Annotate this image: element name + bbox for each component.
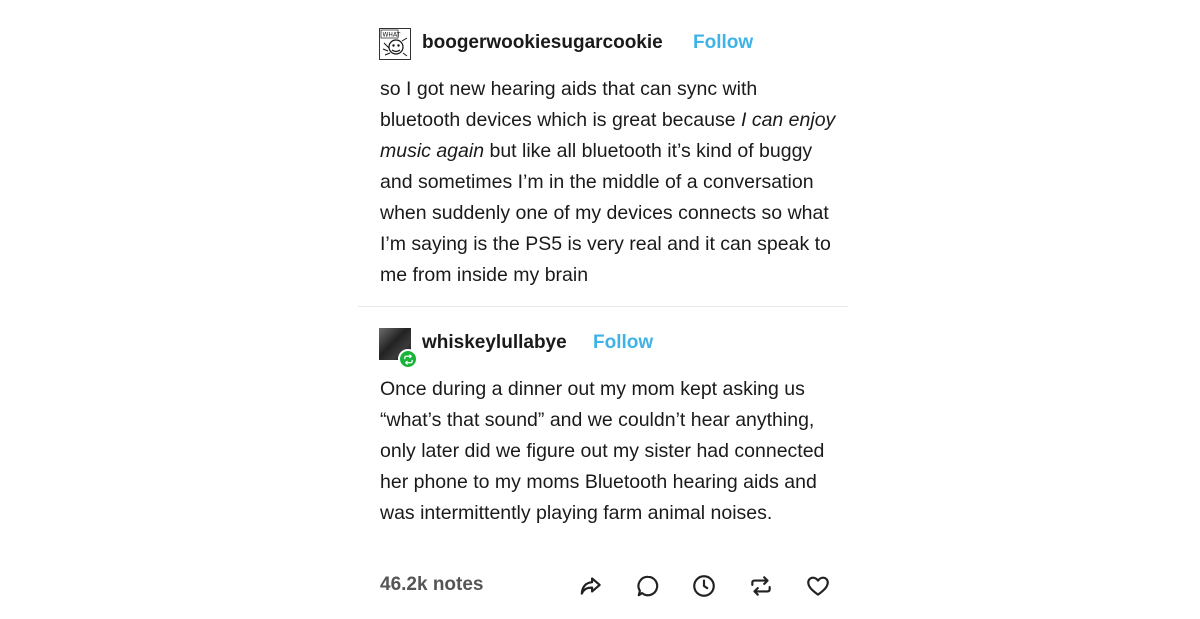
reply-icon[interactable] bbox=[634, 572, 662, 600]
share-icon[interactable] bbox=[577, 572, 605, 600]
avatar[interactable] bbox=[379, 328, 418, 369]
what-cartoon-icon: WHAT bbox=[380, 29, 408, 57]
avatar[interactable]: WHAT bbox=[379, 28, 411, 60]
reblog-icon[interactable] bbox=[747, 572, 775, 600]
post-reblog: whiskeylullabye Follow Once during a din… bbox=[358, 326, 848, 529]
post-header: WHAT boogerwookiesugarcookie Follow bbox=[358, 26, 848, 62]
post-footer: 46.2k notes bbox=[380, 566, 840, 606]
follow-button[interactable]: Follow bbox=[593, 332, 653, 354]
post-body: so I got new hearing aids that can sync … bbox=[380, 74, 840, 291]
history-icon[interactable] bbox=[690, 572, 718, 600]
follow-button[interactable]: Follow bbox=[693, 32, 753, 54]
post-body: Once during a dinner out my mom kept ask… bbox=[380, 374, 840, 529]
post-divider bbox=[358, 306, 848, 307]
notes-count[interactable]: 46.2k notes bbox=[380, 574, 484, 596]
svg-text:WHAT: WHAT bbox=[383, 32, 401, 39]
like-icon[interactable] bbox=[804, 572, 832, 600]
post-header: whiskeylullabye Follow bbox=[358, 326, 848, 369]
post-text: so I got new hearing aids that can sync … bbox=[380, 78, 836, 286]
post-username[interactable]: boogerwookiesugarcookie bbox=[422, 32, 663, 54]
reblog-badge-icon bbox=[398, 349, 418, 369]
post-username[interactable]: whiskeylullabye bbox=[422, 332, 567, 354]
post-text: Once during a dinner out my mom kept ask… bbox=[380, 378, 825, 524]
post-original: WHAT boogerwookiesugarcookie Follow so I… bbox=[358, 26, 848, 291]
